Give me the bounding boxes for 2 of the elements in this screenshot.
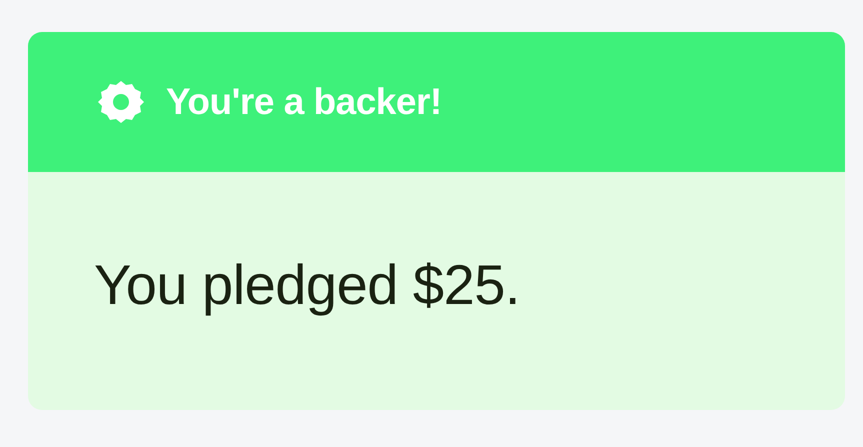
- badge-icon: [98, 79, 144, 125]
- banner-title: You're a backer!: [166, 80, 442, 124]
